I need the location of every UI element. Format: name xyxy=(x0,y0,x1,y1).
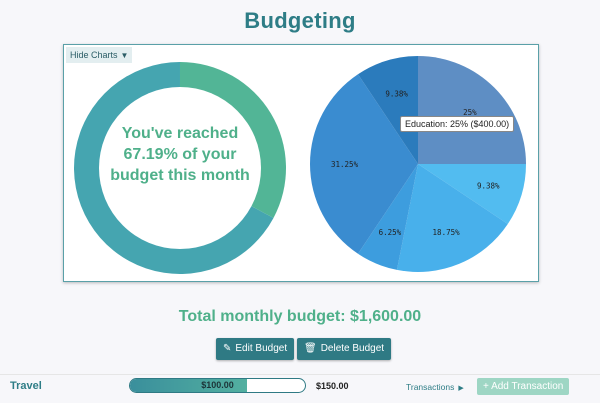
add-transaction-button[interactable]: + Add Transaction xyxy=(477,378,570,395)
pencil-icon: ✎ xyxy=(223,343,232,354)
edit-budget-button[interactable]: ✎ Edit Budget xyxy=(216,338,295,360)
caret-right-icon: ▶ xyxy=(458,385,464,392)
pie-slice-label: 18.75% xyxy=(433,228,461,237)
donut-message: You've reached 67.19% of your budget thi… xyxy=(110,125,250,184)
pie-tooltip: Education: 25% ($400.00) xyxy=(400,116,515,132)
trash-icon: 🗑 xyxy=(304,343,317,354)
pie-slice-label: 6.25% xyxy=(379,228,402,237)
category-name: Travel xyxy=(10,380,42,392)
budget-amount: $150.00 xyxy=(316,381,349,391)
pie-slice-label: 9.38% xyxy=(477,181,500,190)
transactions-link[interactable]: Transactions ▶ xyxy=(406,382,464,392)
budget-progress-bar: $100.00 xyxy=(129,378,306,393)
charts-panel: Hide Charts ▼ You've reached 67.19% of yo… xyxy=(63,44,539,282)
plus-icon: + xyxy=(483,381,489,392)
pie-slice-label: 9.38% xyxy=(385,90,408,99)
pie-svg: 25%9.38%18.75%6.25%31.25%9.38% xyxy=(310,56,526,272)
transactions-label: Transactions xyxy=(406,382,455,392)
category-pie-chart: 25% 9.38% 18.75% 6.25% 31.25% 9.38% xyxy=(308,53,528,275)
delete-budget-label: Delete Budget xyxy=(320,343,385,354)
total-budget: Total monthly budget: $1,600.00 xyxy=(178,308,422,325)
delete-budget-button[interactable]: 🗑 Delete Budget xyxy=(297,338,392,360)
edit-budget-label: Edit Budget xyxy=(235,343,288,354)
page-title: Budgeting xyxy=(244,8,356,33)
pie-slice-label: 31.25% xyxy=(331,160,359,169)
spent-amount: $100.00 xyxy=(201,380,234,390)
budget-donut-chart: You've reached 67.19% of your budget thi… xyxy=(69,57,291,279)
budget-row: Travel $100.00 $150.00 Transactions ▶ + A… xyxy=(0,374,600,403)
add-transaction-label: Add Transaction xyxy=(491,381,564,392)
